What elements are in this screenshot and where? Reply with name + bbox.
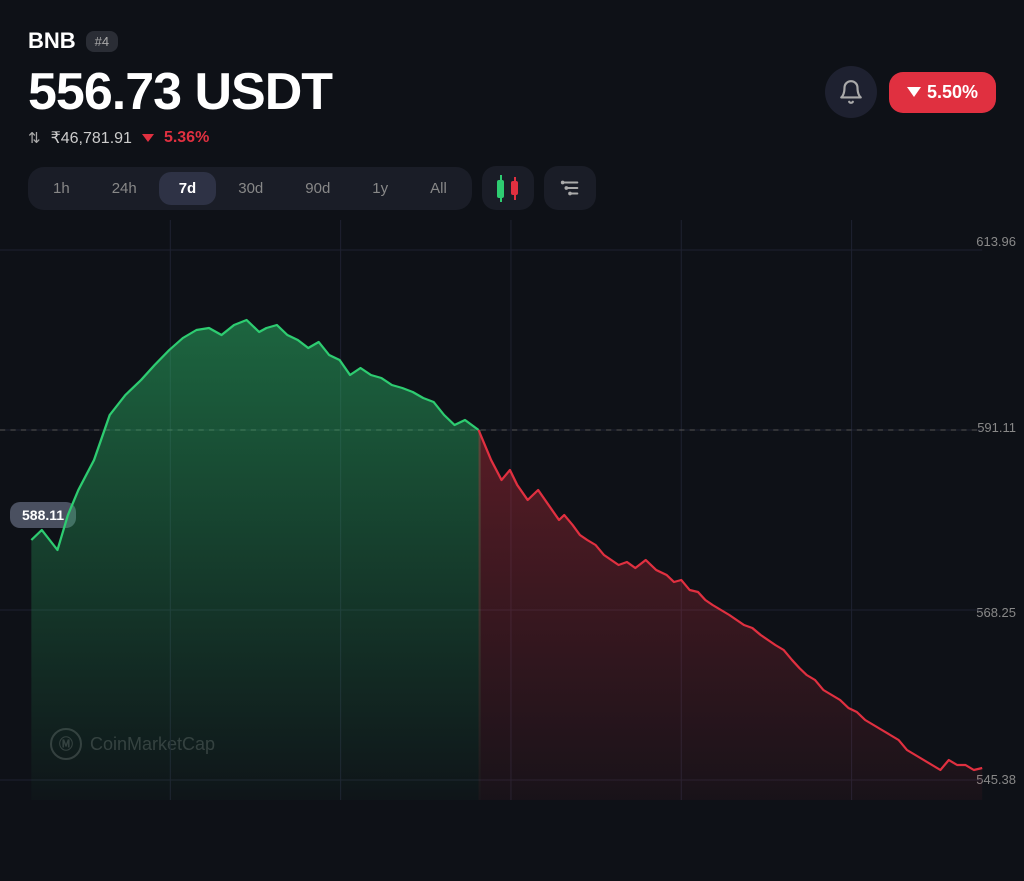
candlestick-icon — [497, 175, 518, 202]
inr-price: ₹46,781.91 — [51, 128, 132, 148]
tab-90d[interactable]: 90d — [285, 172, 350, 205]
timeframe-tabs-container: 1h 24h 7d 30d 90d 1y All — [28, 167, 472, 210]
bell-icon — [838, 79, 864, 105]
tab-1y[interactable]: 1y — [352, 172, 408, 205]
rank-badge: #4 — [86, 31, 118, 52]
price-display: 556.73 USDT — [28, 62, 332, 122]
tab-all[interactable]: All — [410, 172, 467, 205]
bell-button[interactable] — [825, 66, 877, 118]
filter-button[interactable] — [544, 166, 596, 210]
chart-area: 613.96 591.11 568.25 545.38 588.11 Ⓜ Coi… — [0, 220, 1024, 820]
filter-icon — [559, 177, 581, 199]
sub-change-percent: 5.36% — [164, 129, 209, 147]
change-percent: 5.50% — [927, 82, 978, 103]
down-arrow-icon — [907, 87, 921, 97]
chart-type-button[interactable] — [482, 166, 534, 210]
coin-symbol: BNB — [28, 28, 76, 54]
exchange-arrows-icon: ⇅ — [28, 129, 41, 147]
sub-down-arrow-icon — [142, 132, 154, 144]
price-chart — [0, 220, 1024, 820]
tab-30d[interactable]: 30d — [218, 172, 283, 205]
tab-7d[interactable]: 7d — [159, 172, 217, 205]
change-badge: 5.50% — [889, 72, 996, 113]
tab-24h[interactable]: 24h — [92, 172, 157, 205]
tab-1h[interactable]: 1h — [33, 172, 90, 205]
